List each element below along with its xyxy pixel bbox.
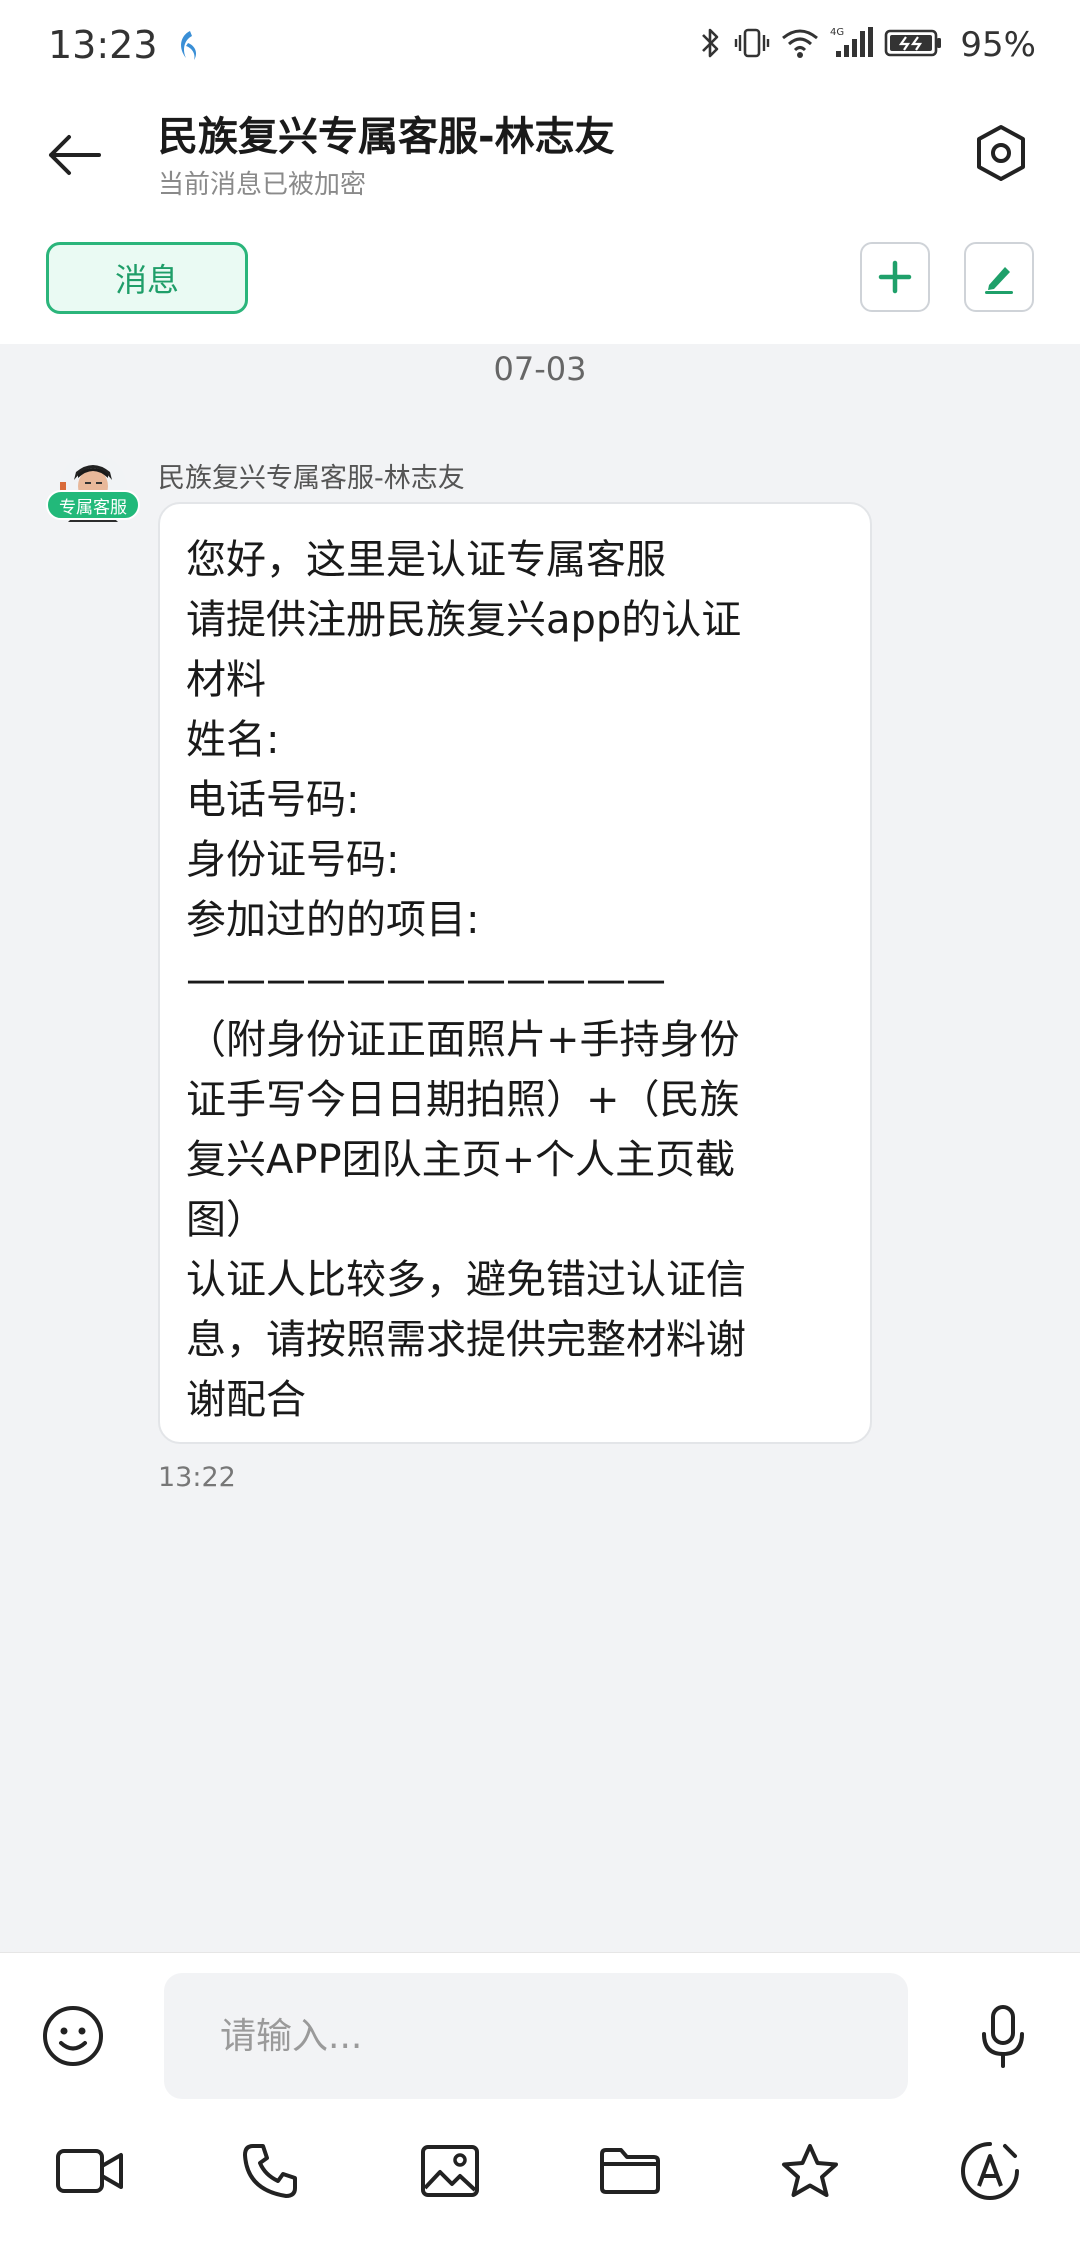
- font-style-icon: [961, 2142, 1019, 2200]
- svg-text:4G: 4G: [830, 27, 844, 38]
- page-title: 民族复兴专属客服-林志友: [158, 114, 615, 160]
- date-separator: 07-03: [493, 350, 587, 388]
- image-icon: [421, 2145, 479, 2197]
- settings-hexagon-icon: [977, 125, 1025, 181]
- message-timestamp: 13:22: [158, 1462, 236, 1493]
- status-time: 13:23: [48, 23, 158, 67]
- cell-signal-4g-icon: 4G: [830, 25, 874, 65]
- microphone-icon: [982, 2005, 1024, 2068]
- battery-percent: 95%: [960, 25, 1036, 65]
- message-line: 证手写今日日期拍照）+（民族: [186, 1077, 740, 1123]
- phone-call-icon: [243, 2144, 297, 2198]
- status-icons: 4G 95%: [698, 25, 1036, 65]
- emoji-icon: [43, 2006, 103, 2066]
- action-bar: [0, 2121, 1080, 2221]
- message-line: 图）: [186, 1197, 266, 1243]
- back-arrow-icon: [49, 135, 101, 175]
- message-line: 材料: [186, 657, 266, 703]
- message-line: 身份证号码:: [186, 837, 400, 883]
- edit-button[interactable]: [964, 242, 1034, 312]
- message-line: 息，请按照需求提供完整材料谢: [186, 1317, 746, 1363]
- settings-button[interactable]: [966, 118, 1036, 188]
- message-line: 请提供注册民族复兴app的认证: [186, 597, 742, 643]
- plus-icon: [878, 260, 912, 294]
- message-input[interactable]: [164, 1973, 908, 2099]
- image-button[interactable]: [410, 2131, 490, 2211]
- video-call-button[interactable]: [50, 2131, 130, 2211]
- message-line: 姓名:: [186, 717, 280, 763]
- status-bar: 13:23 4G 95%: [0, 0, 1080, 90]
- tab-message[interactable]: 消息: [46, 242, 248, 314]
- voice-button[interactable]: [968, 1999, 1038, 2075]
- message-line: 复兴APP团队主页+个人主页截: [186, 1137, 736, 1183]
- bluetooth-icon: [698, 25, 724, 65]
- message-line: （附身份证正面照片+手持身份: [186, 1017, 740, 1063]
- agent-badge: 专属客服: [46, 490, 140, 520]
- font-style-button[interactable]: [950, 2131, 1030, 2211]
- chat-screen: 13:23 4G 95% 民族复兴专属客服-林志友 当前消息已被加密 消息 07…: [0, 0, 1080, 2244]
- app-notification-icon: [172, 28, 202, 62]
- favorite-button[interactable]: [770, 2131, 850, 2211]
- folder-button[interactable]: [590, 2131, 670, 2211]
- video-call-icon: [56, 2149, 123, 2193]
- edit-pen-icon: [985, 267, 1013, 294]
- chat-header: 民族复兴专属客服-林志友 当前消息已被加密: [0, 90, 1080, 220]
- wifi-icon: [780, 26, 820, 64]
- encryption-notice: 当前消息已被加密: [158, 170, 367, 200]
- folder-icon: [600, 2148, 660, 2194]
- chat-toolbar: 消息: [0, 220, 1080, 344]
- vibrate-icon: [734, 25, 770, 65]
- message-line: 认证人比较多，避免错过认证信: [186, 1257, 746, 1303]
- message-bubble[interactable]: 您好，这里是认证专属客服 请提供注册民族复兴app的认证 材料 姓名: 电话号码…: [158, 502, 872, 1444]
- battery-icon: [884, 27, 944, 63]
- back-button[interactable]: [40, 120, 110, 190]
- composer: [0, 1952, 1080, 2244]
- message-line: 参加过的的项目:: [186, 897, 480, 943]
- message-line: 您好，这里是认证专属客服: [186, 537, 666, 583]
- emoji-button[interactable]: [38, 2001, 108, 2071]
- sender-name: 民族复兴专属客服-林志友: [158, 463, 465, 494]
- message-line: 谢配合: [186, 1377, 306, 1423]
- message-line: ————————————: [186, 957, 666, 1003]
- star-icon: [782, 2144, 838, 2197]
- message-line: 电话号码:: [186, 777, 360, 823]
- add-button[interactable]: [860, 242, 930, 312]
- phone-call-button[interactable]: [230, 2131, 310, 2211]
